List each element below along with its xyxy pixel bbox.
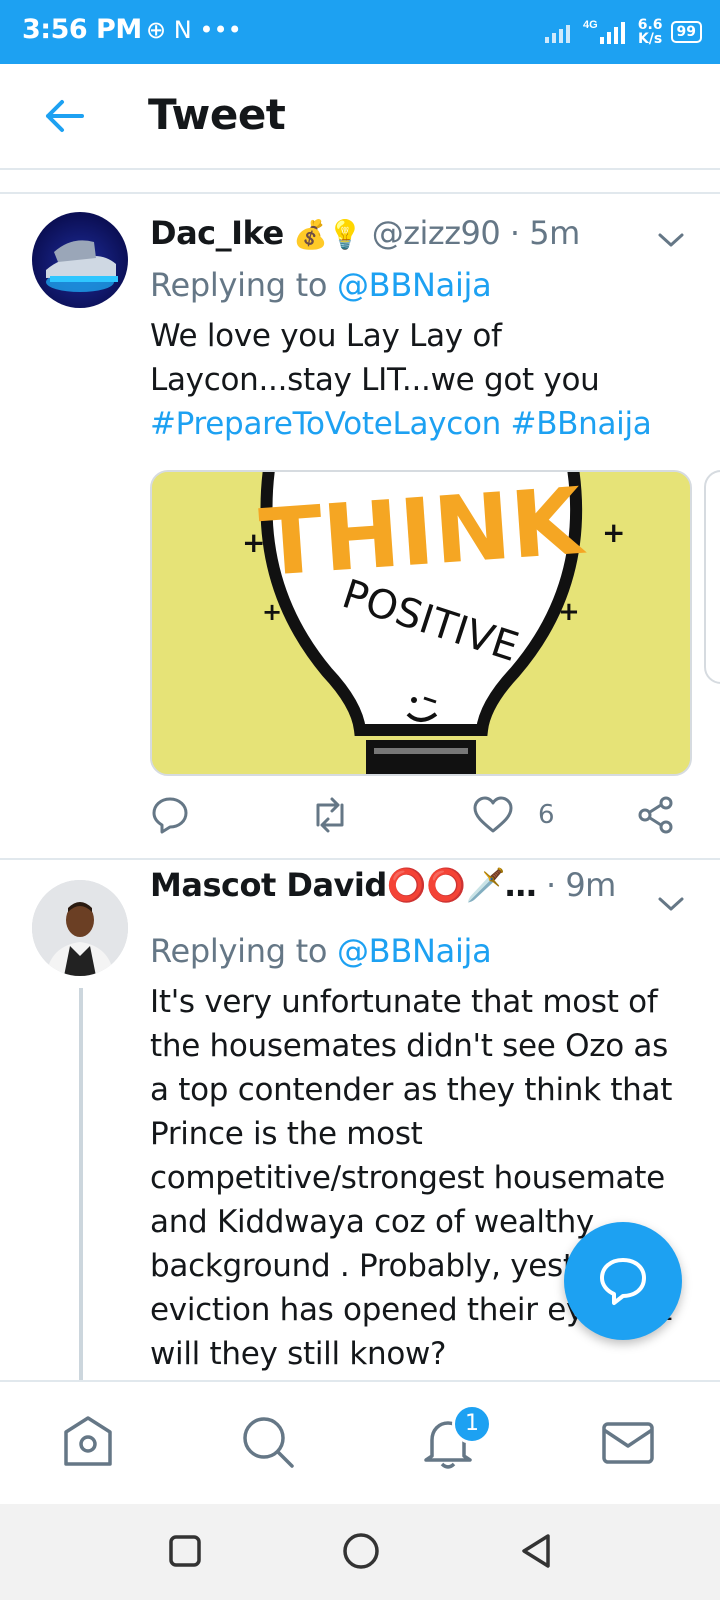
display-name[interactable]: Mascot David⭕⭕🗡️… bbox=[150, 866, 537, 904]
heart-icon bbox=[473, 796, 513, 833]
home-circle-icon[interactable] bbox=[342, 1532, 380, 1570]
avatar[interactable] bbox=[32, 212, 128, 308]
tweet-time: 9m bbox=[565, 866, 616, 904]
person-avatar-image bbox=[32, 880, 128, 976]
network-type: 4G bbox=[583, 19, 598, 31]
battery-indicator: 99 bbox=[670, 21, 702, 43]
status-bar: 3:56 PM ⊕ N ••• 4G 6.6 K/s 99 bbox=[0, 0, 720, 64]
svg-text:+: + bbox=[602, 516, 625, 549]
tweet-image[interactable]: THINK POSITIVE + + + + bbox=[150, 470, 692, 776]
reply-icon bbox=[152, 797, 188, 834]
back-triangle-icon[interactable] bbox=[518, 1532, 554, 1570]
next-media-preview[interactable] bbox=[704, 470, 720, 684]
signal-icon-2 bbox=[599, 22, 625, 44]
tweet-time: 5m bbox=[529, 214, 580, 252]
replying-to: Replying to @BBNaija bbox=[150, 932, 492, 970]
home-icon[interactable] bbox=[58, 1412, 118, 1472]
network-speed: 6.6 K/s bbox=[637, 17, 663, 47]
messages-icon[interactable] bbox=[598, 1412, 658, 1472]
thread-line bbox=[79, 988, 83, 1380]
arrow-left-icon[interactable] bbox=[42, 94, 86, 138]
share-icon bbox=[638, 796, 673, 834]
replying-to-link[interactable]: @BBNaija bbox=[337, 932, 492, 970]
divider bbox=[0, 858, 720, 860]
retweet-button[interactable] bbox=[308, 790, 352, 840]
tweet-actions: 6 bbox=[150, 790, 690, 840]
sneaker-avatar-image bbox=[46, 240, 118, 292]
name-emojis: 💰💡 bbox=[293, 218, 363, 251]
reply-bubble-icon bbox=[600, 1258, 646, 1305]
like-button[interactable]: 6 bbox=[472, 790, 555, 840]
bottom-navigation bbox=[0, 1380, 720, 1506]
chevron-down-icon[interactable] bbox=[656, 894, 686, 914]
page-title: Tweet bbox=[148, 90, 286, 139]
hashtags[interactable]: #PrepareToVoteLaycon #BBnaija bbox=[150, 402, 652, 446]
system-navigation-bar bbox=[0, 1504, 720, 1600]
divider bbox=[0, 192, 720, 194]
svg-text:+: + bbox=[558, 597, 580, 627]
recent-apps-icon[interactable] bbox=[168, 1534, 202, 1568]
retweet-icon bbox=[316, 797, 344, 833]
reply-button[interactable] bbox=[150, 790, 190, 840]
tweet-text: We love you Lay Lay of Laycon...stay LIT… bbox=[150, 314, 652, 446]
chevron-down-icon[interactable] bbox=[656, 230, 686, 250]
search-icon[interactable] bbox=[238, 1412, 298, 1472]
notification-badge: 1 bbox=[452, 1404, 492, 1444]
status-right-icons: 4G 6.6 K/s 99 bbox=[545, 14, 702, 50]
replying-to: Replying to @BBNaija bbox=[150, 266, 492, 304]
svg-text:+: + bbox=[242, 526, 265, 559]
avatar[interactable] bbox=[32, 880, 128, 976]
display-name[interactable]: Dac_Ike bbox=[150, 214, 284, 252]
share-button[interactable] bbox=[636, 790, 676, 840]
like-count: 6 bbox=[538, 800, 555, 830]
think-positive-bulb-image: THINK POSITIVE + + + + bbox=[152, 472, 690, 774]
user-handle[interactable]: @zizz90 bbox=[372, 214, 501, 252]
signal-icon bbox=[545, 25, 571, 43]
compose-reply-button[interactable] bbox=[564, 1222, 682, 1340]
svg-text:+: + bbox=[262, 598, 282, 626]
replying-to-link[interactable]: @BBNaija bbox=[337, 266, 492, 304]
app-header: Tweet bbox=[0, 64, 720, 170]
tweet-header: Dac_Ike 💰💡 @zizz90 · 5m bbox=[150, 214, 580, 252]
status-notification-icons: ⊕ N ••• bbox=[146, 16, 242, 44]
tweet-header: Mascot David⭕⭕🗡️… · 9m bbox=[150, 866, 616, 904]
status-time: 3:56 PM bbox=[22, 14, 142, 45]
